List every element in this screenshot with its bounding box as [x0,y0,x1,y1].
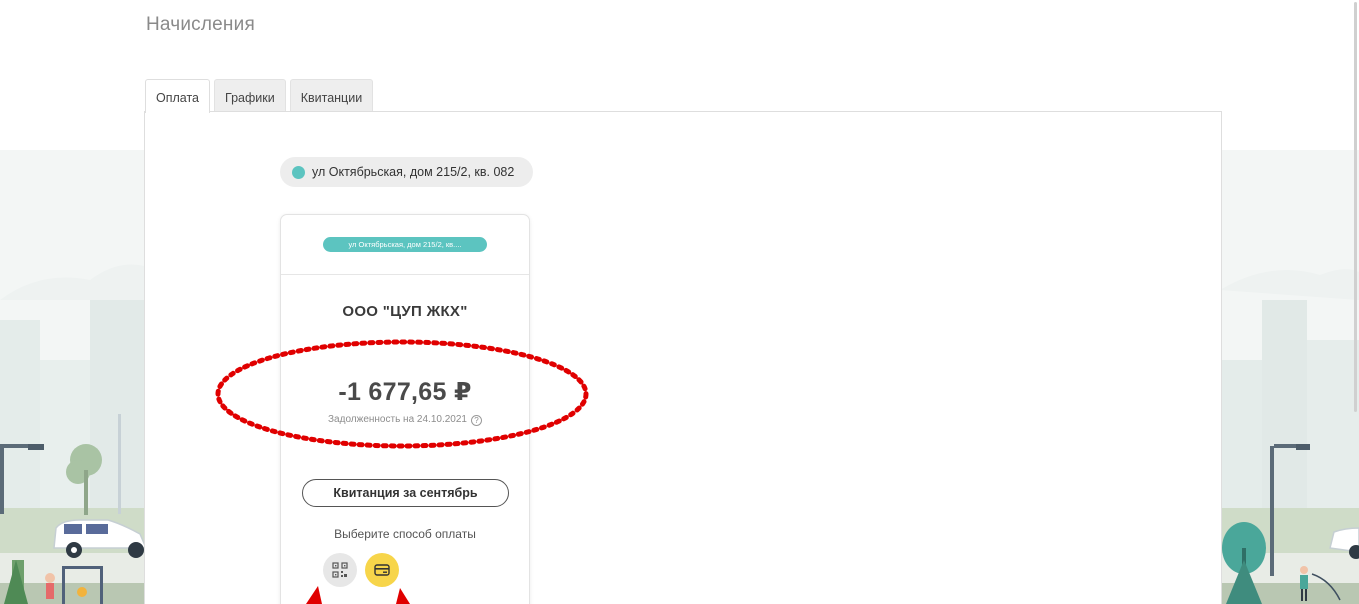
page-scrollbar[interactable] [1354,2,1357,412]
tab-charts[interactable]: Графики [214,79,286,112]
qr-code-pay-button[interactable] [323,553,357,587]
help-icon[interactable]: ? [470,415,482,426]
qr-code-icon [332,562,348,578]
account-card: ул Октябрьская, дом 215/2, кв.... ООО "Ц… [280,214,530,604]
payment-methods [323,553,399,587]
address-status-dot [292,165,305,179]
balance-amount: -1 677,65 ₽ [338,378,472,406]
address-badge: ул Октябрьская, дом 215/2, кв.... [323,237,487,252]
debt-date-note: Задолженность на 24.10.2021? [281,414,529,426]
credit-card-icon [374,564,390,576]
receipt-button[interactable]: Квитанция за сентябрь [302,479,509,507]
tab-payment[interactable]: Оплата [145,79,210,113]
company-name: ООО "ЦУП ЖКХ" [342,303,468,320]
payment-method-label: Выберите способ оплаты [334,527,476,541]
account-card-header: ул Октябрьская, дом 215/2, кв.... [281,215,529,275]
card-pay-button[interactable] [365,553,399,587]
page-title: Начисления [146,14,255,35]
address-selector-chip[interactable]: ул Октябрьская, дом 215/2, кв. 082 [280,157,533,187]
address-chip-label: ул Октябрьская, дом 215/2, кв. 082 [312,165,515,179]
tab-receipts[interactable]: Квитанции [289,79,374,112]
debt-date-text: Задолженность на 24.10.2021 [328,414,467,425]
tab-bar: Оплата Графики Квитанции [145,79,374,113]
